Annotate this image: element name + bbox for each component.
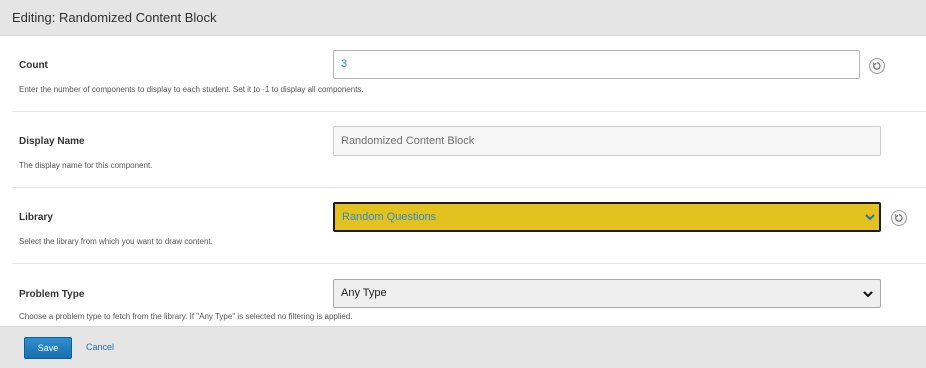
settings-list: Count 3 Enter the number of components t… <box>0 36 926 326</box>
library-reset-button[interactable] <box>891 210 907 226</box>
library-selected-value: Random Questions <box>342 211 437 223</box>
library-label: Library <box>19 212 53 223</box>
problem-type-label: Problem Type <box>19 289 85 300</box>
library-select[interactable]: Random Questions <box>333 202 881 232</box>
setting-display-name: Display Name Randomized Content Block Th… <box>12 112 926 188</box>
modal-footer: Save Cancel <box>0 326 926 368</box>
count-reset-button[interactable] <box>869 58 885 74</box>
problem-type-help: Choose a problem type to fetch from the … <box>19 312 353 321</box>
count-help: Enter the number of components to displa… <box>19 85 364 94</box>
setting-count: Count 3 Enter the number of components t… <box>12 36 926 112</box>
display-name-input[interactable]: Randomized Content Block <box>333 126 881 156</box>
count-input[interactable]: 3 <box>333 50 860 79</box>
display-name-label: Display Name <box>19 136 85 147</box>
problem-type-selected-value: Any Type <box>341 287 387 299</box>
reset-icon <box>894 214 903 222</box>
cancel-link[interactable]: Cancel <box>86 342 114 352</box>
reset-icon <box>872 62 881 70</box>
save-button[interactable]: Save <box>24 337 72 359</box>
problem-type-select[interactable]: Any Type <box>333 279 881 308</box>
setting-library: Library Random Questions Select the libr… <box>12 188 926 264</box>
library-help: Select the library from which you want t… <box>19 237 213 246</box>
modal-title: Editing: Randomized Content Block <box>12 10 217 25</box>
display-name-help: The display name for this component. <box>19 161 153 170</box>
chevron-down-icon <box>865 214 875 221</box>
count-label: Count <box>19 60 48 71</box>
modal-header: Editing: Randomized Content Block <box>0 0 926 36</box>
setting-problem-type: Problem Type Any Type Choose a problem t… <box>12 264 926 326</box>
chevron-down-icon <box>863 291 873 298</box>
